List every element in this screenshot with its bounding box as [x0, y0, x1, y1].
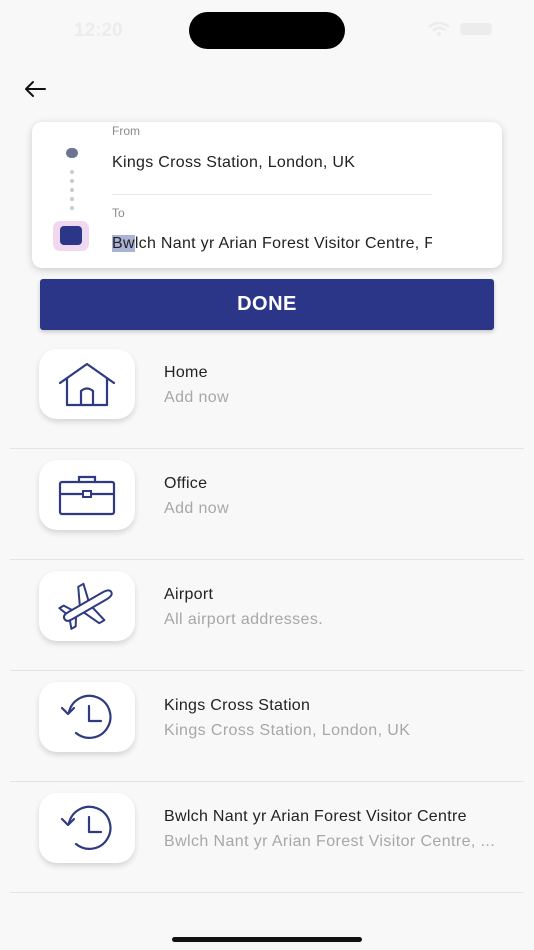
list-item-office[interactable]: Office Add now: [0, 449, 534, 560]
to-value-selection: Bw: [112, 235, 135, 252]
to-label: To: [112, 206, 125, 220]
from-value: Kings Cross Station, London, UK: [112, 154, 356, 171]
item-subtitle: Add now: [164, 389, 230, 406]
list-item-recent-bwlch[interactable]: Bwlch Nant yr Arian Forest Visitor Centr…: [0, 782, 534, 893]
office-tile: [39, 460, 135, 530]
history-clock-icon: [60, 805, 112, 850]
briefcase-icon: [58, 475, 116, 516]
from-label: From: [112, 124, 140, 138]
origin-dot-icon: [66, 148, 78, 158]
item-title: Home: [164, 364, 208, 381]
divider: [10, 892, 524, 893]
status-icons: [428, 22, 492, 36]
house-icon: [58, 362, 116, 407]
list-item-recent-kings-cross[interactable]: Kings Cross Station Kings Cross Station,…: [0, 671, 534, 782]
item-subtitle: All airport addresses.: [164, 611, 324, 628]
route-dots: [69, 170, 75, 215]
recent-tile: [39, 793, 135, 863]
home-tile: [39, 349, 135, 419]
item-subtitle: Bwlch Nant yr Arian Forest Visitor Centr…: [164, 833, 496, 850]
item-title: Kings Cross Station: [164, 697, 311, 714]
status-time: 12:20: [74, 20, 123, 41]
item-subtitle: Add now: [164, 500, 230, 517]
field-divider: [112, 194, 432, 195]
item-title: Bwlch Nant yr Arian Forest Visitor Centr…: [164, 808, 467, 825]
wifi-icon: [428, 22, 450, 36]
from-field[interactable]: Kings Cross Station, London, UK: [112, 154, 472, 172]
item-title: Office: [164, 475, 208, 492]
route-card: From Kings Cross Station, London, UK To …: [32, 122, 502, 268]
to-value-rest: lch Nant yr Arian Forest Visitor Centre,…: [134, 235, 432, 252]
airport-tile: [39, 571, 135, 641]
back-button[interactable]: [20, 76, 50, 102]
item-subtitle: Kings Cross Station, London, UK: [164, 722, 411, 739]
to-field[interactable]: Bwlch Nant yr Arian Forest Visitor Centr…: [112, 235, 432, 253]
camera-notch: [189, 12, 345, 49]
history-clock-icon: [60, 694, 112, 739]
status-bar: 12:20: [0, 0, 534, 60]
list-item-home[interactable]: Home Add now: [0, 338, 534, 449]
list-item-airport[interactable]: Airport All airport addresses.: [0, 560, 534, 671]
home-indicator[interactable]: [172, 937, 362, 942]
battery-icon: [460, 23, 492, 35]
back-arrow-icon: [25, 81, 46, 97]
recent-tile: [39, 682, 135, 752]
saved-places-list: Home Add now Office Add now Airport All …: [0, 338, 534, 893]
destination-marker-icon: [53, 221, 89, 251]
airplane-icon: [58, 582, 113, 630]
item-title: Airport: [164, 586, 214, 603]
done-button[interactable]: DONE: [40, 279, 494, 330]
